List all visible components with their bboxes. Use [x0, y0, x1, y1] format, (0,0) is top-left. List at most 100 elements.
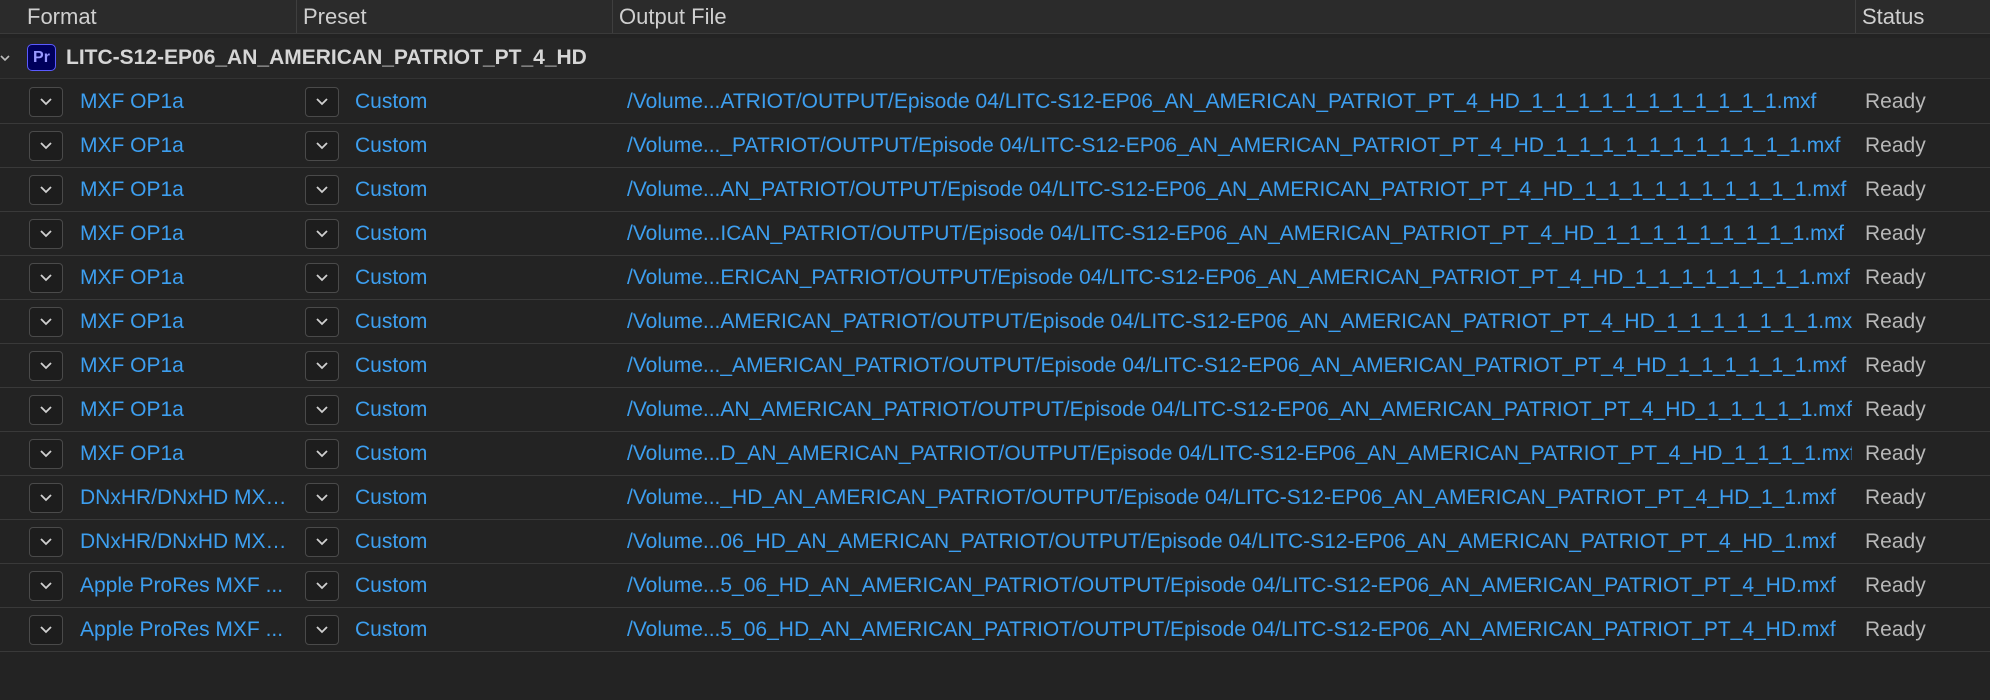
format-link[interactable]: MXF OP1a: [80, 432, 293, 475]
preset-link[interactable]: Custom: [355, 520, 605, 563]
preset-dropdown-button[interactable]: [305, 175, 339, 205]
output-file-link[interactable]: /Volume...ATRIOT/OUTPUT/Episode 04/LITC-…: [627, 80, 1852, 123]
preset-link[interactable]: Custom: [355, 476, 605, 519]
format-link[interactable]: MXF OP1a: [80, 212, 293, 255]
column-header-format[interactable]: Format: [21, 0, 230, 33]
source-group[interactable]: Pr LITC-S12-EP06_AN_AMERICAN_PATRIOT_PT_…: [0, 38, 1990, 79]
status-text: Ready: [1865, 266, 1926, 289]
premiere-pro-icon: Pr: [27, 44, 56, 71]
column-header-output-file[interactable]: Output File: [612, 0, 1852, 33]
format-link[interactable]: MXF OP1a: [80, 80, 293, 123]
preset-dropdown-button[interactable]: [305, 527, 339, 557]
preset-dropdown-button[interactable]: [305, 351, 339, 381]
output-file-link[interactable]: /Volume...AN_AMERICAN_PATRIOT/OUTPUT/Epi…: [627, 388, 1852, 431]
preset-dropdown-button[interactable]: [305, 615, 339, 645]
output-file-link[interactable]: /Volume...ICAN_PATRIOT/OUTPUT/Episode 04…: [627, 212, 1852, 255]
format-link[interactable]: MXF OP1a: [80, 168, 293, 211]
format-link[interactable]: Apple ProRes MXF ...: [80, 608, 293, 651]
table-row[interactable]: Apple ProRes MXF ... Custom/Volume...5_06…: [0, 608, 1990, 652]
table-row[interactable]: DNxHR/DNxHD MXF... Custom/Volume..._HD_AN…: [0, 476, 1990, 520]
table-row[interactable]: Apple ProRes MXF ... Custom/Volume...5_06…: [0, 564, 1990, 608]
format-dropdown-button[interactable]: [29, 219, 63, 249]
preset-link[interactable]: Custom: [355, 388, 605, 431]
status-text: Ready: [1865, 90, 1926, 113]
preset-link[interactable]: Custom: [355, 212, 605, 255]
format-dropdown-button[interactable]: [29, 87, 63, 117]
preset-dropdown-button[interactable]: [305, 571, 339, 601]
output-file-link[interactable]: /Volume...5_06_HD_AN_AMERICAN_PATRIOT/OU…: [627, 564, 1852, 607]
column-header-preset[interactable]: Preset: [296, 0, 612, 33]
output-file-link[interactable]: /Volume...AN_PATRIOT/OUTPUT/Episode 04/L…: [627, 168, 1852, 211]
format-dropdown-button[interactable]: [29, 439, 63, 469]
preset-dropdown-button[interactable]: [305, 395, 339, 425]
format-dropdown-button[interactable]: [29, 131, 63, 161]
status-text: Ready: [1865, 398, 1926, 421]
table-row[interactable]: MXF OP1a Custom/Volume...AMERICAN_PATRIOT…: [0, 300, 1990, 344]
format-link[interactable]: MXF OP1a: [80, 344, 293, 387]
preset-link[interactable]: Custom: [355, 300, 605, 343]
preset-link[interactable]: Custom: [355, 432, 605, 475]
table-row[interactable]: MXF OP1a Custom/Volume..._PATRIOT/OUTPUT/…: [0, 124, 1990, 168]
chevron-down-icon[interactable]: [0, 46, 12, 68]
output-list: MXF OP1a Custom/Volume...ATRIOT/OUTPUT/Ep…: [0, 80, 1990, 652]
format-link[interactable]: MXF OP1a: [80, 388, 293, 431]
output-file-link[interactable]: /Volume...06_HD_AN_AMERICAN_PATRIOT/OUTP…: [627, 520, 1852, 563]
output-file-link[interactable]: /Volume...AMERICAN_PATRIOT/OUTPUT/Episod…: [627, 300, 1852, 343]
preset-link[interactable]: Custom: [355, 80, 605, 123]
format-link[interactable]: Apple ProRes MXF ...: [80, 564, 293, 607]
preset-dropdown-button[interactable]: [305, 219, 339, 249]
column-header: Format Preset Output File Status: [0, 0, 1990, 34]
format-dropdown-button[interactable]: [29, 571, 63, 601]
format-link[interactable]: MXF OP1a: [80, 124, 293, 167]
status-text: Ready: [1865, 134, 1926, 157]
preset-link[interactable]: Custom: [355, 168, 605, 211]
format-dropdown-button[interactable]: [29, 395, 63, 425]
format-dropdown-button[interactable]: [29, 615, 63, 645]
format-dropdown-button[interactable]: [29, 307, 63, 337]
status-text: Ready: [1865, 354, 1926, 377]
preset-link[interactable]: Custom: [355, 608, 605, 651]
format-link[interactable]: MXF OP1a: [80, 300, 293, 343]
source-title: LITC-S12-EP06_AN_AMERICAN_PATRIOT_PT_4_H…: [66, 46, 587, 69]
preset-dropdown-button[interactable]: [305, 263, 339, 293]
preset-dropdown-button[interactable]: [305, 483, 339, 513]
status-text: Ready: [1865, 486, 1926, 509]
table-row[interactable]: MXF OP1a Custom/Volume...ATRIOT/OUTPUT/Ep…: [0, 80, 1990, 124]
status-text: Ready: [1865, 442, 1926, 465]
output-file-link[interactable]: /Volume...5_06_HD_AN_AMERICAN_PATRIOT/OU…: [627, 608, 1852, 651]
format-dropdown-button[interactable]: [29, 483, 63, 513]
preset-link[interactable]: Custom: [355, 564, 605, 607]
format-link[interactable]: MXF OP1a: [80, 256, 293, 299]
format-dropdown-button[interactable]: [29, 263, 63, 293]
render-queue: Format Preset Output File Status Pr LITC…: [0, 0, 1990, 700]
table-row[interactable]: MXF OP1a Custom/Volume...AN_AMERICAN_PATR…: [0, 388, 1990, 432]
status-text: Ready: [1865, 178, 1926, 201]
preset-dropdown-button[interactable]: [305, 87, 339, 117]
format-link[interactable]: DNxHR/DNxHD MXF...: [80, 520, 293, 563]
status-text: Ready: [1865, 222, 1926, 245]
preset-dropdown-button[interactable]: [305, 131, 339, 161]
format-link[interactable]: DNxHR/DNxHD MXF...: [80, 476, 293, 519]
preset-link[interactable]: Custom: [355, 124, 605, 167]
table-row[interactable]: DNxHR/DNxHD MXF... Custom/Volume...06_HD_…: [0, 520, 1990, 564]
column-header-status[interactable]: Status: [1855, 0, 1990, 33]
output-file-link[interactable]: /Volume..._HD_AN_AMERICAN_PATRIOT/OUTPUT…: [627, 476, 1852, 519]
output-file-link[interactable]: /Volume..._AMERICAN_PATRIOT/OUTPUT/Episo…: [627, 344, 1852, 387]
format-dropdown-button[interactable]: [29, 351, 63, 381]
format-dropdown-button[interactable]: [29, 527, 63, 557]
preset-dropdown-button[interactable]: [305, 439, 339, 469]
status-text: Ready: [1865, 618, 1926, 641]
table-row[interactable]: MXF OP1a Custom/Volume...AN_PATRIOT/OUTPU…: [0, 168, 1990, 212]
table-row[interactable]: MXF OP1a Custom/Volume...ICAN_PATRIOT/OUT…: [0, 212, 1990, 256]
status-text: Ready: [1865, 310, 1926, 333]
format-dropdown-button[interactable]: [29, 175, 63, 205]
preset-link[interactable]: Custom: [355, 344, 605, 387]
preset-dropdown-button[interactable]: [305, 307, 339, 337]
table-row[interactable]: MXF OP1a Custom/Volume..._AMERICAN_PATRIO…: [0, 344, 1990, 388]
output-file-link[interactable]: /Volume..._PATRIOT/OUTPUT/Episode 04/LIT…: [627, 124, 1852, 167]
preset-link[interactable]: Custom: [355, 256, 605, 299]
output-file-link[interactable]: /Volume...D_AN_AMERICAN_PATRIOT/OUTPUT/E…: [627, 432, 1852, 475]
output-file-link[interactable]: /Volume...ERICAN_PATRIOT/OUTPUT/Episode …: [627, 256, 1852, 299]
table-row[interactable]: MXF OP1a Custom/Volume...D_AN_AMERICAN_PA…: [0, 432, 1990, 476]
table-row[interactable]: MXF OP1a Custom/Volume...ERICAN_PATRIOT/O…: [0, 256, 1990, 300]
